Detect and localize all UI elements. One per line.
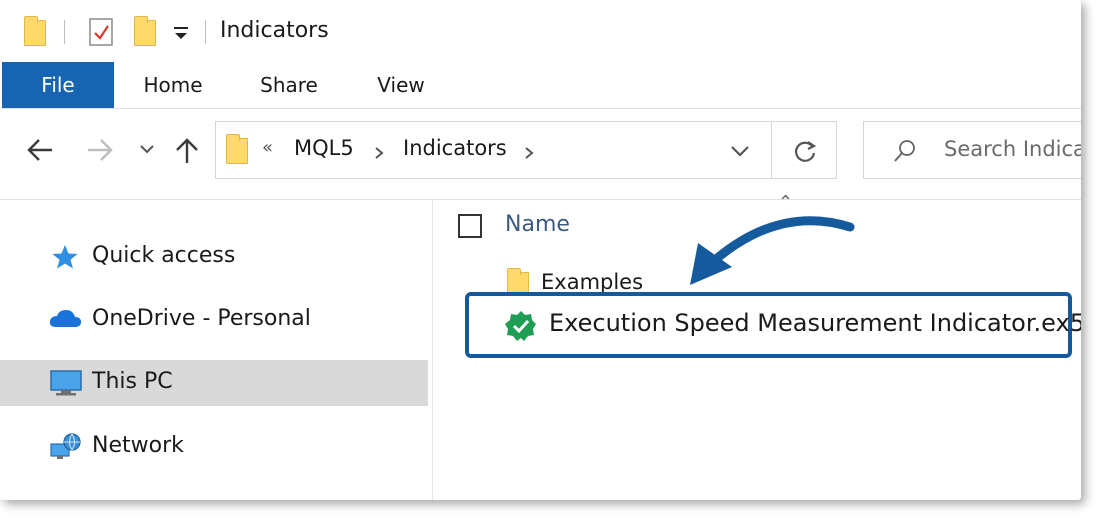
folder-icon[interactable]	[24, 16, 46, 46]
tab-home[interactable]: Home	[128, 62, 218, 108]
executable-badge-icon	[505, 311, 536, 341]
search-input[interactable]: Search Indicators	[944, 137, 1081, 161]
separator	[205, 20, 206, 44]
select-all-checkbox[interactable]	[458, 214, 482, 238]
forward-arrow-icon[interactable]	[86, 137, 114, 163]
up-arrow-icon[interactable]	[174, 137, 200, 165]
tab-file[interactable]: File	[2, 62, 114, 108]
separator	[64, 20, 65, 44]
onedrive-cloud-icon	[49, 310, 81, 327]
nav-item-network[interactable]: Network	[0, 424, 428, 470]
recent-chevron-icon[interactable]	[139, 143, 155, 155]
search-icon	[894, 140, 915, 162]
tab-share[interactable]: Share	[246, 62, 332, 108]
tab-view[interactable]: View	[362, 62, 440, 108]
breadcrumb-overflow[interactable]: «	[262, 137, 273, 158]
breadcrumb-separator-icon[interactable]	[374, 146, 384, 160]
window-title: Indicators	[220, 18, 329, 43]
ribbon: File Home Share View	[0, 62, 1081, 109]
refresh-icon[interactable]	[792, 138, 818, 164]
new-folder-icon[interactable]	[134, 16, 156, 46]
this-pc-monitor-icon	[50, 370, 82, 396]
back-arrow-icon[interactable]	[26, 137, 54, 163]
nav-label: Network	[92, 433, 184, 458]
nav-label: OneDrive - Personal	[92, 306, 311, 331]
nav-item-quick-access[interactable]: Quick access	[0, 234, 428, 280]
callout-arrow-icon	[690, 216, 855, 285]
nav-label: Quick access	[92, 243, 236, 268]
file-name: Execution Speed Measurement Indicator.ex…	[549, 309, 1081, 337]
properties-icon[interactable]	[88, 17, 114, 47]
dropdown-icon[interactable]	[172, 24, 190, 42]
highlighted-file-row[interactable]: Execution Speed Measurement Indicator.ex…	[465, 292, 1081, 358]
explorer-window: Indicators File Home Share View « MQL5 I…	[0, 0, 1081, 500]
column-header-name[interactable]: Name	[505, 212, 570, 237]
nav-item-onedrive[interactable]: OneDrive - Personal	[0, 297, 428, 343]
network-icon	[50, 433, 81, 459]
address-divider	[771, 122, 772, 178]
file-name: Examples	[541, 270, 644, 294]
title-bar: Indicators	[0, 0, 1081, 62]
search-box[interactable]: Search Indicators	[863, 121, 1081, 179]
chevron-down-icon[interactable]	[730, 144, 750, 158]
breadcrumb-indicators[interactable]: Indicators	[403, 136, 507, 160]
address-bar[interactable]: « MQL5 Indicators	[215, 121, 837, 179]
navigation-pane: Quick access OneDrive - Personal This PC	[0, 200, 433, 500]
address-row: « MQL5 Indicators Search Indicators	[0, 109, 1081, 200]
quick-access-star-icon	[52, 245, 78, 269]
nav-label: This PC	[92, 369, 173, 394]
nav-item-this-pc[interactable]: This PC	[0, 360, 428, 406]
folder-icon	[226, 134, 248, 164]
breadcrumb-mql5[interactable]: MQL5	[294, 136, 354, 160]
breadcrumb-separator-icon[interactable]	[524, 146, 534, 160]
